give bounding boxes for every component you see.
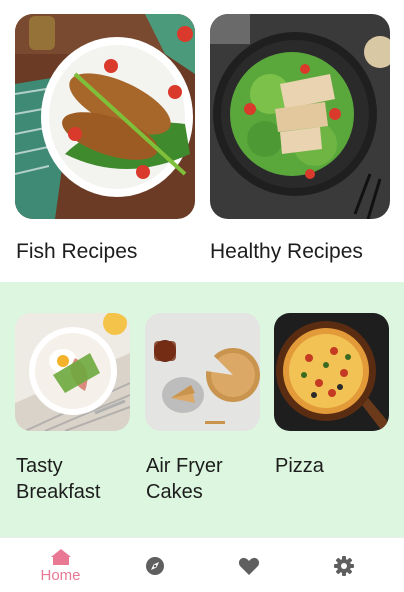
more-categories-section: Tasty Breakfast Air Fryer Cakes Pizza [0,282,404,537]
tasty-breakfast-card[interactable] [15,313,130,431]
tasty-breakfast-label: Tasty Breakfast [16,455,101,503]
healthy-recipes-card[interactable] [210,14,390,219]
air-fryer-cakes-image [145,313,260,431]
healthy-recipes-label: Healthy Recipes [210,240,363,263]
pizza-image [274,313,389,431]
compass-icon [145,556,164,575]
fish-recipes-image [15,14,195,219]
heart-icon [238,557,259,575]
nav-home[interactable]: Home [10,538,111,592]
nav-favorites[interactable] [198,538,299,592]
air-fryer-cakes-label: Air Fryer Cakes [146,455,223,503]
fish-recipes-label: Fish Recipes [16,240,138,263]
nav-home-label: Home [40,566,81,584]
air-fryer-cakes-card[interactable] [145,313,260,431]
top-categories-section: Fish Recipes Healthy Recipes [0,0,404,282]
bottom-navigation-bar: Home [0,537,404,592]
nav-settings[interactable] [293,538,394,592]
fish-recipes-card[interactable] [15,14,195,219]
healthy-recipes-image [210,14,390,219]
gear-icon [333,555,354,576]
tasty-breakfast-image [15,313,130,431]
home-icon [50,548,71,565]
pizza-card[interactable] [274,313,389,431]
nav-explore[interactable] [104,538,205,592]
pizza-label: Pizza [275,455,324,477]
